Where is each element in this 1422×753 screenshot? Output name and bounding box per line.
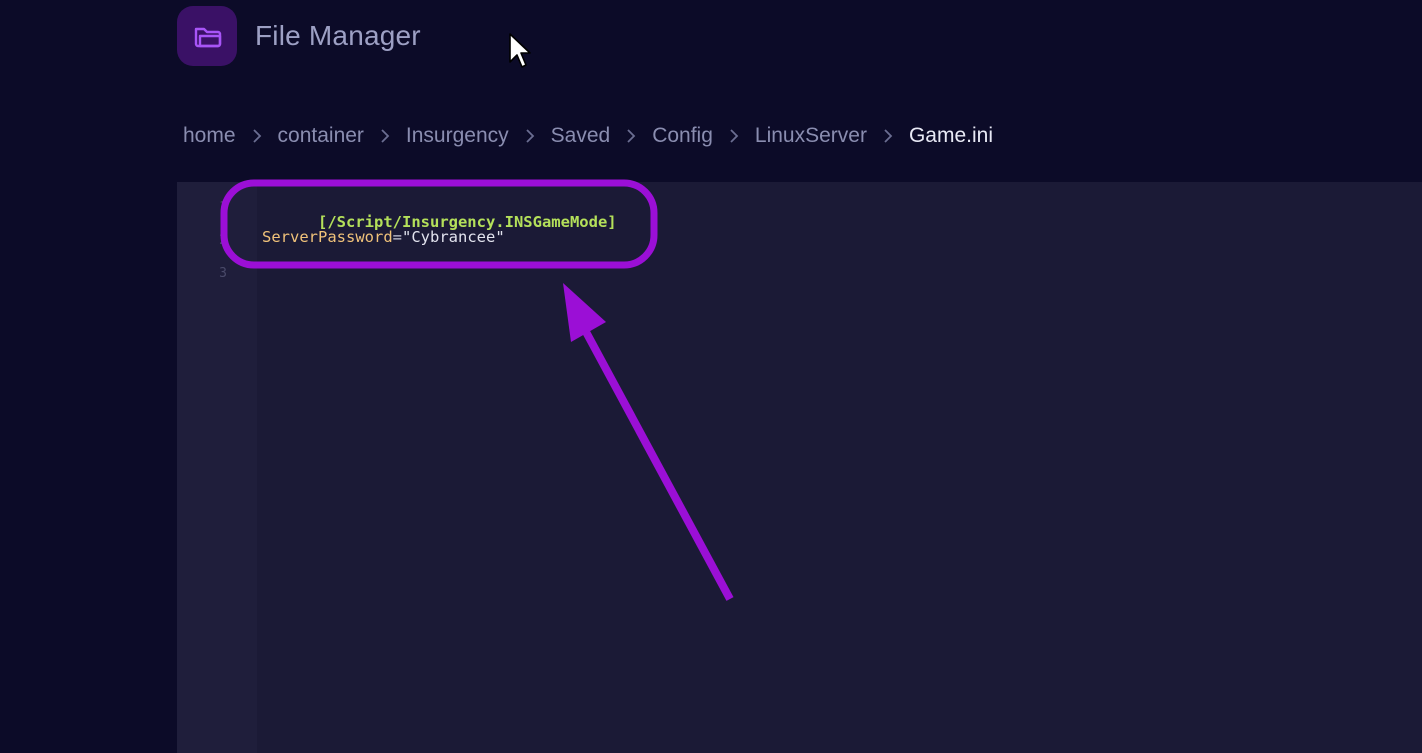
line-number-gutter: 1 2 3 (177, 182, 257, 753)
file-manager-page: File Manager home container Insurgency S… (0, 0, 1422, 753)
chevron-right-icon (364, 128, 406, 144)
folder-icon[interactable] (177, 6, 237, 66)
breadcrumb-item-container[interactable]: container (278, 124, 364, 148)
breadcrumb: home container Insurgency Saved Config L… (183, 120, 993, 152)
page-title: File Manager (255, 20, 421, 51)
chevron-right-icon (610, 128, 652, 144)
breadcrumb-item-home[interactable]: home (183, 124, 236, 148)
chevron-right-icon (236, 128, 278, 144)
line-number: 1 (219, 200, 227, 215)
breadcrumb-item-insurgency[interactable]: Insurgency (406, 124, 509, 148)
chevron-right-icon (509, 128, 551, 144)
mouse-cursor-icon (509, 33, 531, 68)
breadcrumb-item-linuxserver[interactable]: LinuxServer (755, 124, 867, 148)
chevron-right-icon (867, 128, 909, 144)
breadcrumb-item-config[interactable]: Config (652, 124, 713, 148)
breadcrumb-item-current-file: Game.ini (908, 124, 993, 147)
line-number: 3 (219, 266, 227, 281)
ini-equals: = (392, 228, 402, 246)
app-header: File Manager (177, 6, 421, 66)
ini-value: "Cybrancee" (402, 228, 505, 246)
folder-icon-glyph (194, 27, 222, 48)
code-line-password[interactable]: ServerPassword="Cybrancee" (262, 228, 505, 246)
line-number: 2 (219, 233, 227, 248)
breadcrumb-item-saved[interactable]: Saved (551, 124, 611, 148)
ini-key: ServerPassword (262, 228, 393, 246)
chevron-right-icon (713, 128, 755, 144)
code-editor[interactable]: 1 2 3 [/Script/Insurgency.INSGameMode] S… (177, 182, 1422, 753)
